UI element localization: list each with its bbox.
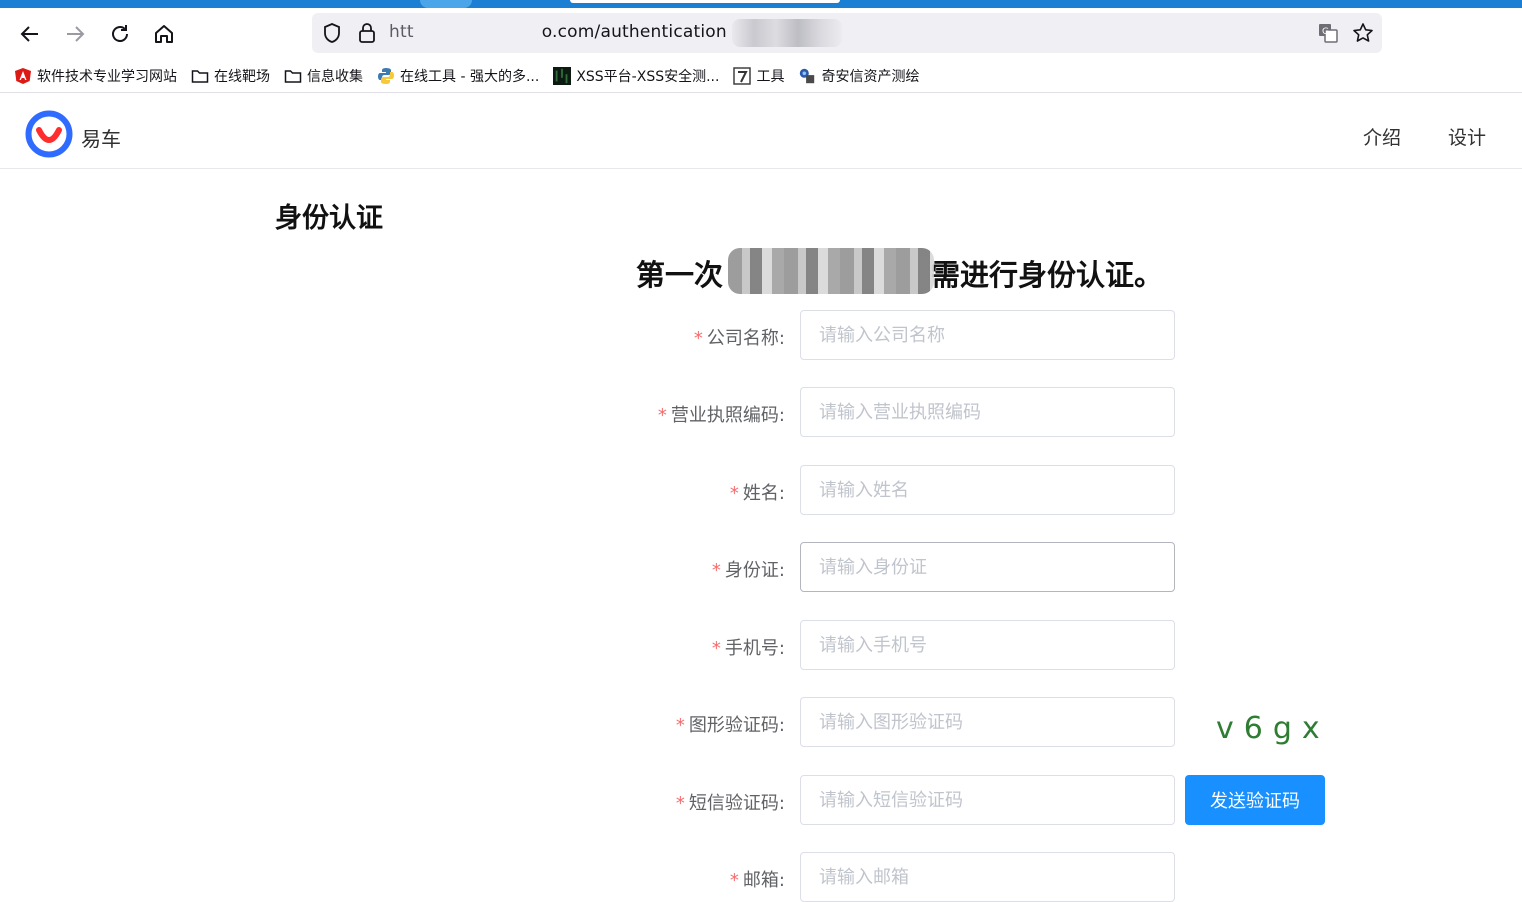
site-header: 易车 介绍 设计 xyxy=(0,94,1522,169)
form-row-id: * 身份证: xyxy=(600,542,1360,592)
company-name-input[interactable] xyxy=(800,310,1175,360)
reload-icon[interactable] xyxy=(107,21,133,47)
bookmark-folder[interactable]: 在线靶场 xyxy=(191,66,270,86)
form-row-name: * 姓名: xyxy=(600,465,1360,515)
captcha-image[interactable]: v6gx xyxy=(1210,700,1330,750)
required-mark: * xyxy=(711,638,721,659)
folder-icon xyxy=(191,67,209,85)
required-mark: * xyxy=(693,328,703,349)
tools-icon xyxy=(733,67,752,85)
email-input[interactable] xyxy=(800,852,1175,902)
bookmark-label: 信息收集 xyxy=(307,69,363,85)
label-text: 身份证: xyxy=(724,560,785,581)
business-license-input[interactable] xyxy=(800,387,1175,437)
shield-icon[interactable] xyxy=(320,21,344,45)
form-row-license: * 营业执照编码: xyxy=(600,387,1360,437)
bookmark-label: 奇安信资产测绘 xyxy=(821,69,920,85)
notice-start: 第一次 xyxy=(636,258,724,292)
form-row-email: * 邮箱: xyxy=(600,852,1360,902)
tab-favicon xyxy=(420,0,472,8)
browser-toolbar: htt o.com/authentication G xyxy=(0,8,1522,60)
address-bar[interactable]: htt o.com/authentication G xyxy=(312,13,1382,53)
id-card-input[interactable] xyxy=(800,542,1175,592)
license-label: * 营业执照编码: xyxy=(658,401,785,427)
back-icon[interactable] xyxy=(17,21,43,47)
label-text: 手机号: xyxy=(724,638,785,659)
send-code-button[interactable]: 发送验证码 xyxy=(1185,775,1325,825)
bookmark-item[interactable]: 奇安信资产测绘 xyxy=(798,66,919,86)
required-mark: * xyxy=(711,560,721,581)
form-row-phone: * 手机号: xyxy=(600,620,1360,670)
notice-redaction xyxy=(728,248,934,294)
page-title: 身份认证 xyxy=(275,203,383,234)
bookmark-item[interactable]: 工具 xyxy=(733,66,784,86)
xss-platform-icon xyxy=(553,67,572,85)
label-text: 公司名称: xyxy=(706,328,785,349)
required-mark: * xyxy=(729,483,739,504)
captcha-input[interactable] xyxy=(800,697,1175,747)
bookmark-label: 软件技术专业学习网站 xyxy=(37,69,177,85)
url-text[interactable]: htt o.com/authentication xyxy=(389,22,727,42)
notice-end: 需进行身份认证。 xyxy=(931,258,1164,292)
url-redaction xyxy=(732,19,842,47)
phone-input[interactable] xyxy=(800,620,1175,670)
company-label: * 公司名称: xyxy=(694,324,785,350)
lock-icon[interactable] xyxy=(355,21,379,45)
captcha-text: v6gx xyxy=(1216,711,1330,746)
bookmark-label: 在线工具 - 强大的多... xyxy=(400,69,540,85)
label-text: 短信验证码: xyxy=(688,793,785,814)
bookmark-item[interactable]: 在线工具 - 强大的多... xyxy=(377,66,539,86)
bookmark-label: 在线靶场 xyxy=(214,69,270,85)
bookmark-item[interactable]: XSS平台-XSS安全测... xyxy=(553,66,719,86)
phone-label: * 手机号: xyxy=(712,634,785,660)
forward-icon[interactable] xyxy=(62,21,88,47)
required-mark: * xyxy=(657,405,667,426)
svg-text:G: G xyxy=(1322,27,1329,37)
angular-icon xyxy=(14,67,32,85)
brand-name[interactable]: 易车 xyxy=(81,123,121,152)
required-mark: * xyxy=(675,793,685,814)
form-row-company: * 公司名称: xyxy=(600,310,1360,360)
email-label: * 邮箱: xyxy=(730,866,785,892)
sms-label: * 短信验证码: xyxy=(676,789,785,815)
bookmark-star-icon[interactable] xyxy=(1351,21,1375,45)
logo-icon[interactable] xyxy=(24,110,74,158)
menu-intro[interactable]: 介绍 xyxy=(1363,123,1401,150)
captcha-label: * 图形验证码: xyxy=(676,711,785,737)
bookmarks-bar: 软件技术专业学习网站 在线靶场 信息收集 在线工具 - 强大的多... XSS平… xyxy=(0,60,1522,93)
python-icon xyxy=(377,67,395,85)
bookmark-folder[interactable]: 信息收集 xyxy=(284,66,363,86)
bookmark-label: 工具 xyxy=(756,69,785,85)
label-text: 姓名: xyxy=(742,483,785,504)
translate-icon[interactable]: G xyxy=(1316,21,1340,45)
name-input[interactable] xyxy=(800,465,1175,515)
label-text: 邮箱: xyxy=(742,870,785,891)
required-mark: * xyxy=(675,715,685,736)
bookmark-item[interactable]: 软件技术专业学习网站 xyxy=(14,66,177,86)
label-text: 营业执照编码: xyxy=(670,405,785,426)
active-tab[interactable] xyxy=(570,0,840,3)
menu-design[interactable]: 设计 xyxy=(1448,123,1486,150)
home-icon[interactable] xyxy=(151,21,177,47)
sms-code-input[interactable] xyxy=(800,775,1175,825)
bookmark-label: XSS平台-XSS安全测... xyxy=(576,69,720,85)
folder-icon xyxy=(284,67,302,85)
url-prefix: htt xyxy=(389,22,414,42)
name-label: * 姓名: xyxy=(730,479,785,505)
required-mark: * xyxy=(729,870,739,891)
asset-mapping-icon xyxy=(798,67,816,85)
label-text: 图形验证码: xyxy=(688,715,785,736)
url-suffix: o.com/authentication xyxy=(541,22,727,42)
id-card-label: * 身份证: xyxy=(712,556,785,582)
